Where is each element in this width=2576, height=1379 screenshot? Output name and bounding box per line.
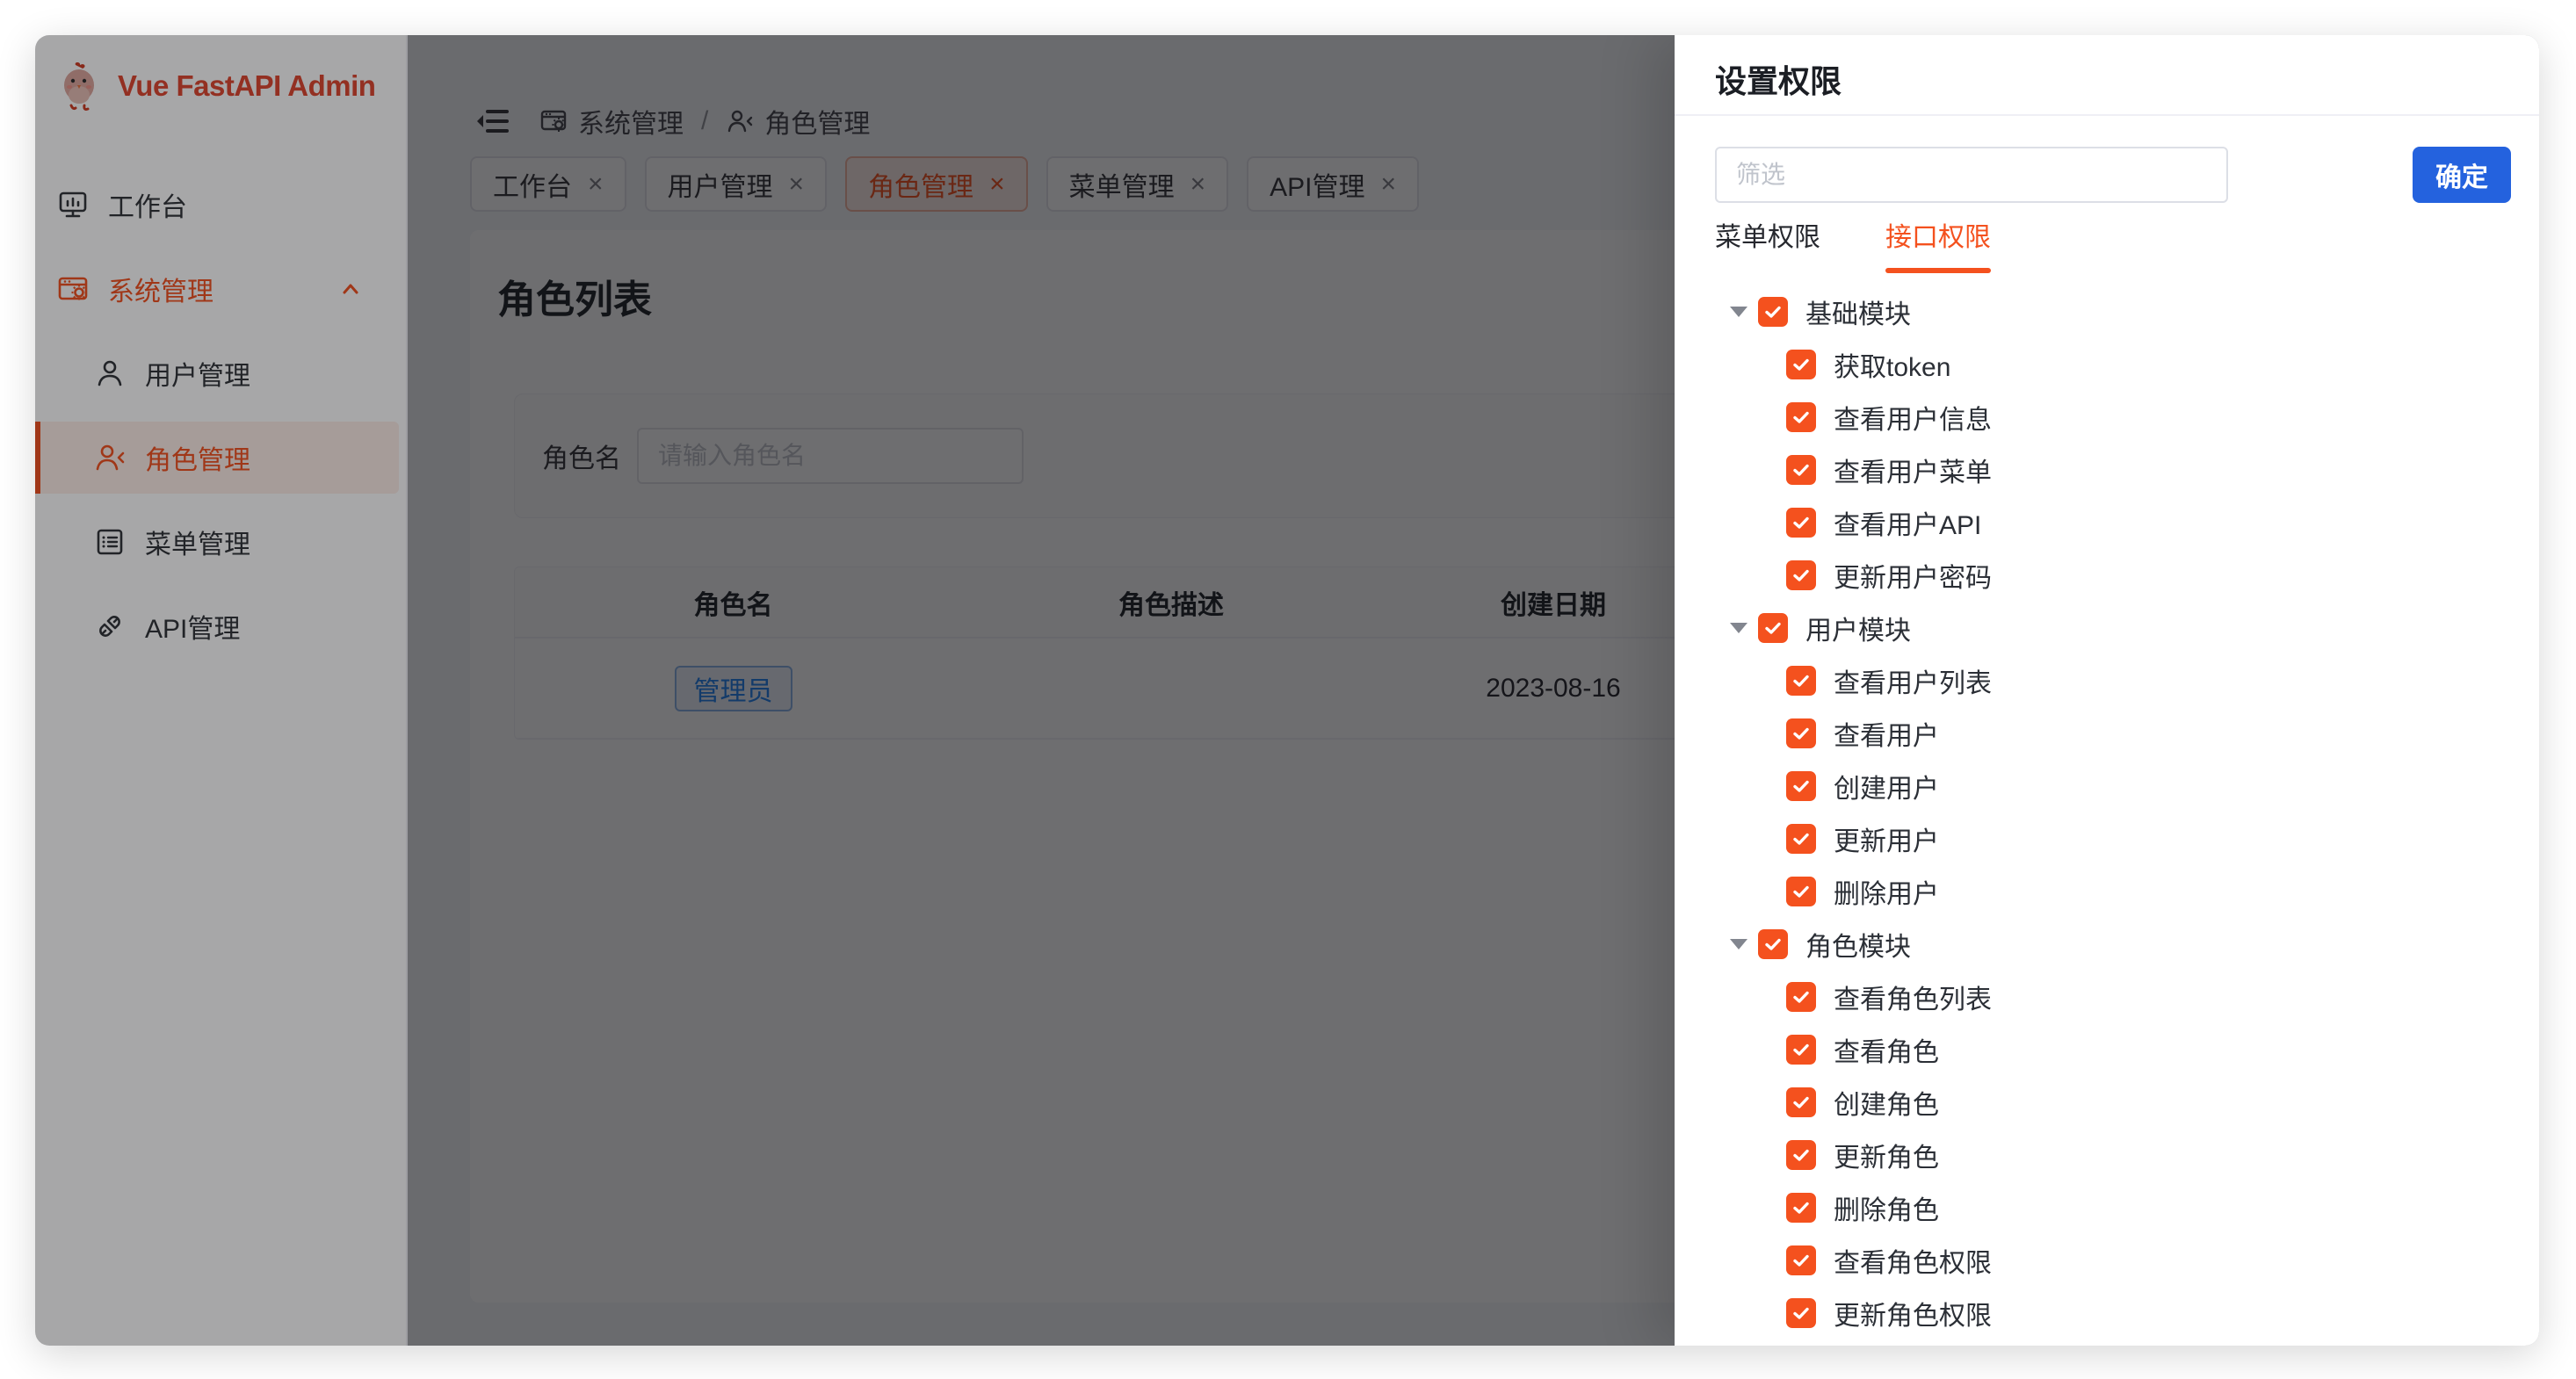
tree-node-label: 删除用户	[1834, 872, 1939, 911]
checkbox-checked-icon[interactable]	[1786, 982, 1816, 1012]
tree-node-0[interactable]: 基础模块	[1675, 285, 2539, 338]
checkbox-checked-icon[interactable]	[1786, 560, 1816, 590]
tree-node-label: 基础模块	[1805, 292, 1911, 331]
app-window: Vue FastAPI Admin 工作台系统管理用户管理角色管理菜单管理API…	[35, 35, 2539, 1346]
checkbox-checked-icon[interactable]	[1786, 508, 1816, 538]
tree-node-label: 用户模块	[1805, 609, 1911, 647]
tree-node-label: 角色模块	[1805, 925, 1911, 964]
tree-node-label: 查看角色	[1834, 1030, 1939, 1069]
tree-node-label: 更新用户密码	[1834, 556, 1992, 595]
tree-node-1[interactable]: 获取token	[1675, 338, 2539, 391]
checkbox-checked-icon[interactable]	[1786, 1087, 1816, 1117]
checkbox-checked-icon[interactable]	[1786, 771, 1816, 801]
drawer-header: 设置权限	[1675, 35, 2539, 116]
tree-node-19[interactable]: 更新角色权限	[1675, 1287, 2539, 1339]
tree-node-8[interactable]: 查看用户	[1675, 707, 2539, 760]
tree-node-3[interactable]: 查看用户菜单	[1675, 444, 2539, 496]
checkbox-checked-icon[interactable]	[1786, 1035, 1816, 1065]
tree-node-label: 获取token	[1834, 345, 1950, 384]
caret-down-icon[interactable]	[1730, 623, 1747, 633]
filter-input[interactable]	[1715, 147, 2228, 203]
tab-api-permissions[interactable]: 接口权限	[1885, 215, 1991, 266]
tree-node-11[interactable]: 删除用户	[1675, 865, 2539, 918]
checkbox-checked-icon[interactable]	[1786, 824, 1816, 854]
tree-node-label: 查看用户	[1834, 714, 1939, 753]
tree-node-label: 查看用户菜单	[1834, 451, 1992, 489]
tree-node-label: 查看角色列表	[1834, 978, 1992, 1016]
checkbox-checked-icon[interactable]	[1786, 718, 1816, 748]
checkbox-checked-icon[interactable]	[1758, 613, 1788, 643]
screenshot-stage: Vue FastAPI Admin 工作台系统管理用户管理角色管理菜单管理API…	[0, 0, 2576, 1379]
checkbox-checked-icon[interactable]	[1786, 1298, 1816, 1328]
tree-node-10[interactable]: 更新用户	[1675, 812, 2539, 865]
tree-node-5[interactable]: 更新用户密码	[1675, 549, 2539, 602]
caret-down-icon[interactable]	[1730, 307, 1747, 317]
tree-node-label: 查看用户列表	[1834, 661, 1992, 700]
tree-node-12[interactable]: 角色模块	[1675, 918, 2539, 971]
checkbox-checked-icon[interactable]	[1786, 350, 1816, 379]
tree-node-label: 查看角色权限	[1834, 1241, 1992, 1280]
tree-node-label: 更新用户	[1834, 819, 1939, 858]
tree-node-2[interactable]: 查看用户信息	[1675, 391, 2539, 444]
checkbox-checked-icon[interactable]	[1786, 1140, 1816, 1170]
drawer-title: 设置权限	[1715, 56, 1842, 102]
tree-node-label: 删除角色	[1834, 1188, 1939, 1227]
permissions-drawer: 设置权限 确定 菜单权限 接口权限 基础模块获取token查看用户信息查看用户菜…	[1675, 35, 2539, 1346]
checkbox-checked-icon[interactable]	[1786, 1245, 1816, 1275]
tree-node-label: 创建用户	[1834, 767, 1939, 805]
tree-node-label: 创建角色	[1834, 1083, 1939, 1122]
checkbox-checked-icon[interactable]	[1786, 455, 1816, 485]
checkbox-checked-icon[interactable]	[1786, 1193, 1816, 1223]
checkbox-checked-icon[interactable]	[1758, 297, 1788, 327]
checkbox-checked-icon[interactable]	[1758, 929, 1788, 959]
permission-tabs: 菜单权限 接口权限	[1715, 215, 2056, 266]
tree-node-13[interactable]: 查看角色列表	[1675, 971, 2539, 1023]
tree-node-14[interactable]: 查看角色	[1675, 1023, 2539, 1076]
checkbox-checked-icon[interactable]	[1786, 402, 1816, 432]
permission-tree: 基础模块获取token 查看用户信息查看用户菜单查看用户API 更新用户密码用户模块…	[1675, 285, 2539, 1346]
tree-node-6[interactable]: 用户模块	[1675, 602, 2539, 654]
tree-node-label: 更新角色权限	[1834, 1294, 1992, 1332]
checkbox-checked-icon[interactable]	[1786, 666, 1816, 696]
tree-node-15[interactable]: 创建角色	[1675, 1076, 2539, 1129]
tree-node-17[interactable]: 删除角色	[1675, 1181, 2539, 1234]
tree-node-4[interactable]: 查看用户API	[1675, 496, 2539, 549]
confirm-button[interactable]: 确定	[2413, 147, 2511, 203]
modal-overlay-left[interactable]	[35, 35, 1675, 1346]
tree-node-7[interactable]: 查看用户列表	[1675, 654, 2539, 707]
tab-menu-permissions[interactable]: 菜单权限	[1715, 215, 1820, 266]
tree-node-label: 查看用户API	[1834, 503, 1981, 542]
tree-node-9[interactable]: 创建用户	[1675, 760, 2539, 812]
tree-node-18[interactable]: 查看角色权限	[1675, 1234, 2539, 1287]
tree-node-label: 更新角色	[1834, 1136, 1939, 1174]
tree-node-16[interactable]: 更新角色	[1675, 1129, 2539, 1181]
caret-down-icon[interactable]	[1730, 939, 1747, 949]
checkbox-checked-icon[interactable]	[1786, 877, 1816, 906]
tree-node-label: 查看用户信息	[1834, 398, 1992, 437]
